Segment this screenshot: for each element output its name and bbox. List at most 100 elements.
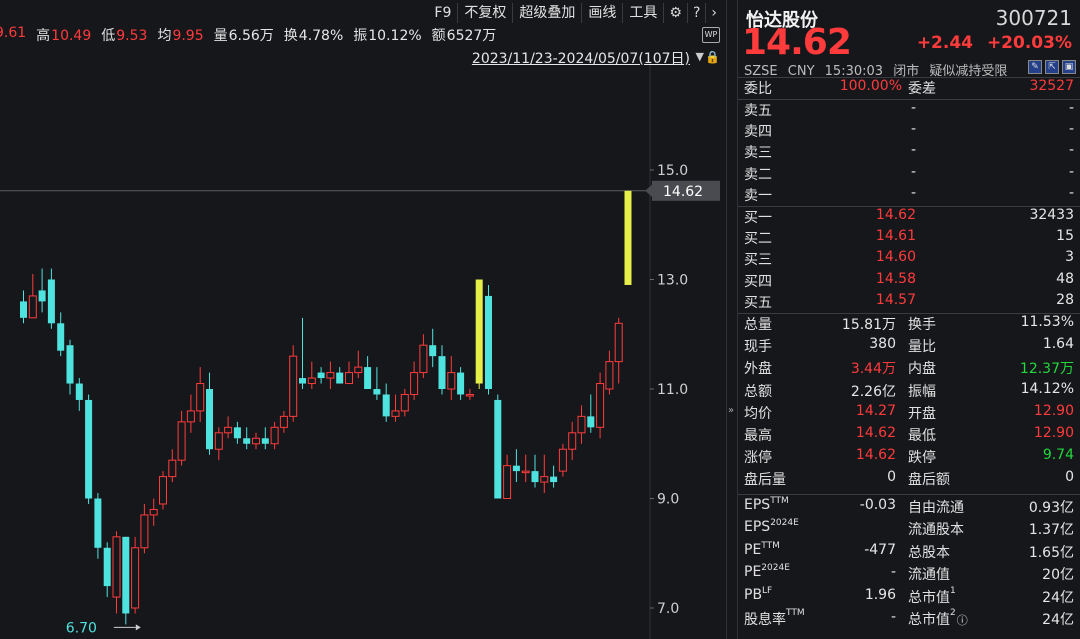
detail-label: 换手 — [908, 317, 936, 333]
ask-row[interactable]: 卖一 - - — [744, 185, 1074, 206]
candle-body-up — [289, 355, 298, 417]
ask-row[interactable]: 卖三 - - — [744, 142, 1074, 163]
metric-label: PB — [744, 586, 763, 603]
metric-value: -477 — [864, 541, 896, 558]
toolbar-draw-button[interactable]: 画线 — [581, 3, 622, 23]
chevron-down-icon[interactable]: ▼ — [696, 50, 704, 63]
metric-label: 股息率 — [744, 612, 786, 628]
metric-label: PE — [744, 564, 762, 581]
commission-diff-value: 32527 — [1029, 78, 1074, 94]
candle-body-up — [354, 366, 363, 374]
candle-body-up — [270, 426, 279, 445]
fundamental-row: 股息率TTM - 总市值2ⓘ 24亿 — [744, 608, 1074, 630]
detail-label: 跌停 — [908, 450, 936, 467]
level-label: 卖二 — [744, 166, 772, 183]
chevron-right-icon[interactable]: › — [705, 3, 722, 23]
bid-row[interactable]: 买四 14.58 48 — [744, 271, 1074, 292]
candle-body-up — [540, 476, 549, 483]
help-icon[interactable]: ? — [686, 3, 705, 23]
candle-body-down — [512, 465, 520, 472]
metric-label: 流通股本 — [908, 522, 964, 539]
level-volume: 32433 — [1029, 207, 1074, 223]
metric-suffix: TTM — [770, 496, 789, 506]
kline-chart-pane[interactable]: 15.0 13.0 11.0 9.0 7.0 14.62 6.70 F9 不复权 超级叠加 … — [0, 0, 726, 639]
stat-label: 量 — [213, 28, 228, 44]
bid-row[interactable]: 买二 14.61 15 — [744, 228, 1074, 249]
candle-body-up — [614, 322, 623, 363]
stat-value: 9.61 — [0, 25, 27, 41]
candle-stats-bar: 9.61 高10.49 低9.53 均9.95 量6.56万换4.78% 振10.12% 额… — [0, 25, 496, 45]
bid-row[interactable]: 买一 14.62 32433 — [744, 207, 1074, 228]
kline-chart[interactable]: 15.0 13.0 11.0 9.0 7.0 14.62 6.70 — [0, 0, 726, 639]
level-label: 卖一 — [744, 187, 772, 204]
toolbar-f9-button[interactable]: F9 — [428, 3, 457, 23]
ask-row[interactable]: 卖四 - - — [744, 121, 1074, 142]
candle-body-down — [75, 383, 83, 400]
ask-row[interactable]: 卖五 - - — [744, 100, 1074, 121]
candle-body-down — [373, 389, 381, 395]
price-change: +2.44 +20.03% — [917, 33, 1072, 53]
candle-body-up — [168, 459, 177, 478]
fundamental-row: PETTM -477 总股本 1.65亿 — [744, 540, 1074, 563]
stat-value: 10.12% — [368, 28, 422, 44]
stat-item: 振10.12% — [353, 25, 421, 45]
detail-value: 14.12% — [1020, 380, 1074, 397]
metric-label: 总市值 — [908, 612, 950, 628]
stat-item: 低9.53 — [101, 25, 147, 45]
settings-icon[interactable]: ▣ — [1062, 60, 1076, 74]
candle-body-down — [85, 399, 93, 499]
level-price: 14.57 — [875, 291, 916, 308]
candle-body-up — [224, 426, 233, 434]
candle-body-down — [57, 323, 65, 351]
wp-badge[interactable]: WP — [702, 27, 720, 43]
level-price: - — [910, 100, 916, 116]
gear-icon[interactable]: ⚙ — [663, 3, 687, 23]
candle-body-up — [419, 344, 428, 374]
info-icon[interactable]: ⓘ — [957, 614, 968, 627]
detail-row: 盘后量 0 盘后额 0 — [744, 469, 1074, 490]
toolbar-adjust-button[interactable]: 不复权 — [457, 3, 512, 23]
fundamental-row: EPSTTM -0.03 自由流通 0.93亿 — [744, 496, 1074, 518]
metric-label: EPS — [744, 519, 771, 536]
edit-icon[interactable]: ✎ — [1028, 60, 1042, 74]
stat-item: 量6.56万 — [214, 25, 274, 45]
stat-value: 9.53 — [116, 28, 148, 44]
fundamental-row: PBLF 1.96 总市值1 24亿 — [744, 586, 1074, 608]
change-amount: +2.44 — [916, 33, 974, 53]
candle-body-up — [140, 514, 149, 549]
candle-body-down — [438, 356, 446, 389]
detail-value: 3.44万 — [850, 361, 896, 378]
lock-icon[interactable]: 🔒 — [705, 50, 720, 64]
y-tick-label: 9.0 — [657, 492, 679, 508]
date-range-link[interactable]: 2023/11/23-2024/05/07(107日) — [472, 48, 690, 68]
bid-row[interactable]: 买三 14.60 3 — [744, 249, 1074, 270]
level-label: 买二 — [744, 231, 772, 248]
detail-label: 涨停 — [744, 450, 772, 467]
pane-divider[interactable]: » — [726, 0, 738, 639]
toolbar-overlay-button[interactable]: 超级叠加 — [512, 3, 581, 23]
detail-row: 总额 2.26亿 振幅 14.12% — [744, 381, 1074, 402]
toolbar-tools-button[interactable]: 工具 — [622, 3, 663, 23]
candle-body-up — [568, 432, 577, 450]
metric-value: - — [890, 564, 896, 581]
collapse-arrow-icon[interactable]: » — [728, 405, 734, 416]
detail-label: 现手 — [744, 339, 772, 356]
candle-body-up — [131, 547, 140, 609]
candle-body-down — [550, 476, 558, 483]
bid-row[interactable]: 买五 14.57 28 — [744, 292, 1074, 313]
metric-value: -0.03 — [859, 497, 896, 513]
detail-row: 最高 14.62 最低 12.90 — [744, 425, 1074, 446]
detail-value: 1.64 — [1042, 336, 1074, 353]
level-label: 卖三 — [744, 145, 772, 162]
detail-label: 总量 — [744, 317, 772, 333]
metric-suffix: TTM — [761, 540, 780, 551]
fundamental-row: PE2024E - 流通值 20亿 — [744, 563, 1074, 585]
detail-label: 总额 — [744, 383, 772, 400]
popout-icon[interactable]: ⇱ — [1045, 60, 1059, 74]
metric-value: 0.93亿 — [1028, 500, 1074, 516]
stat-value: 4.78% — [298, 28, 344, 44]
candle-body-down — [66, 345, 74, 384]
level-price: - — [910, 184, 916, 201]
candle-body-down — [38, 290, 46, 302]
ask-row[interactable]: 卖二 - - — [744, 164, 1074, 185]
